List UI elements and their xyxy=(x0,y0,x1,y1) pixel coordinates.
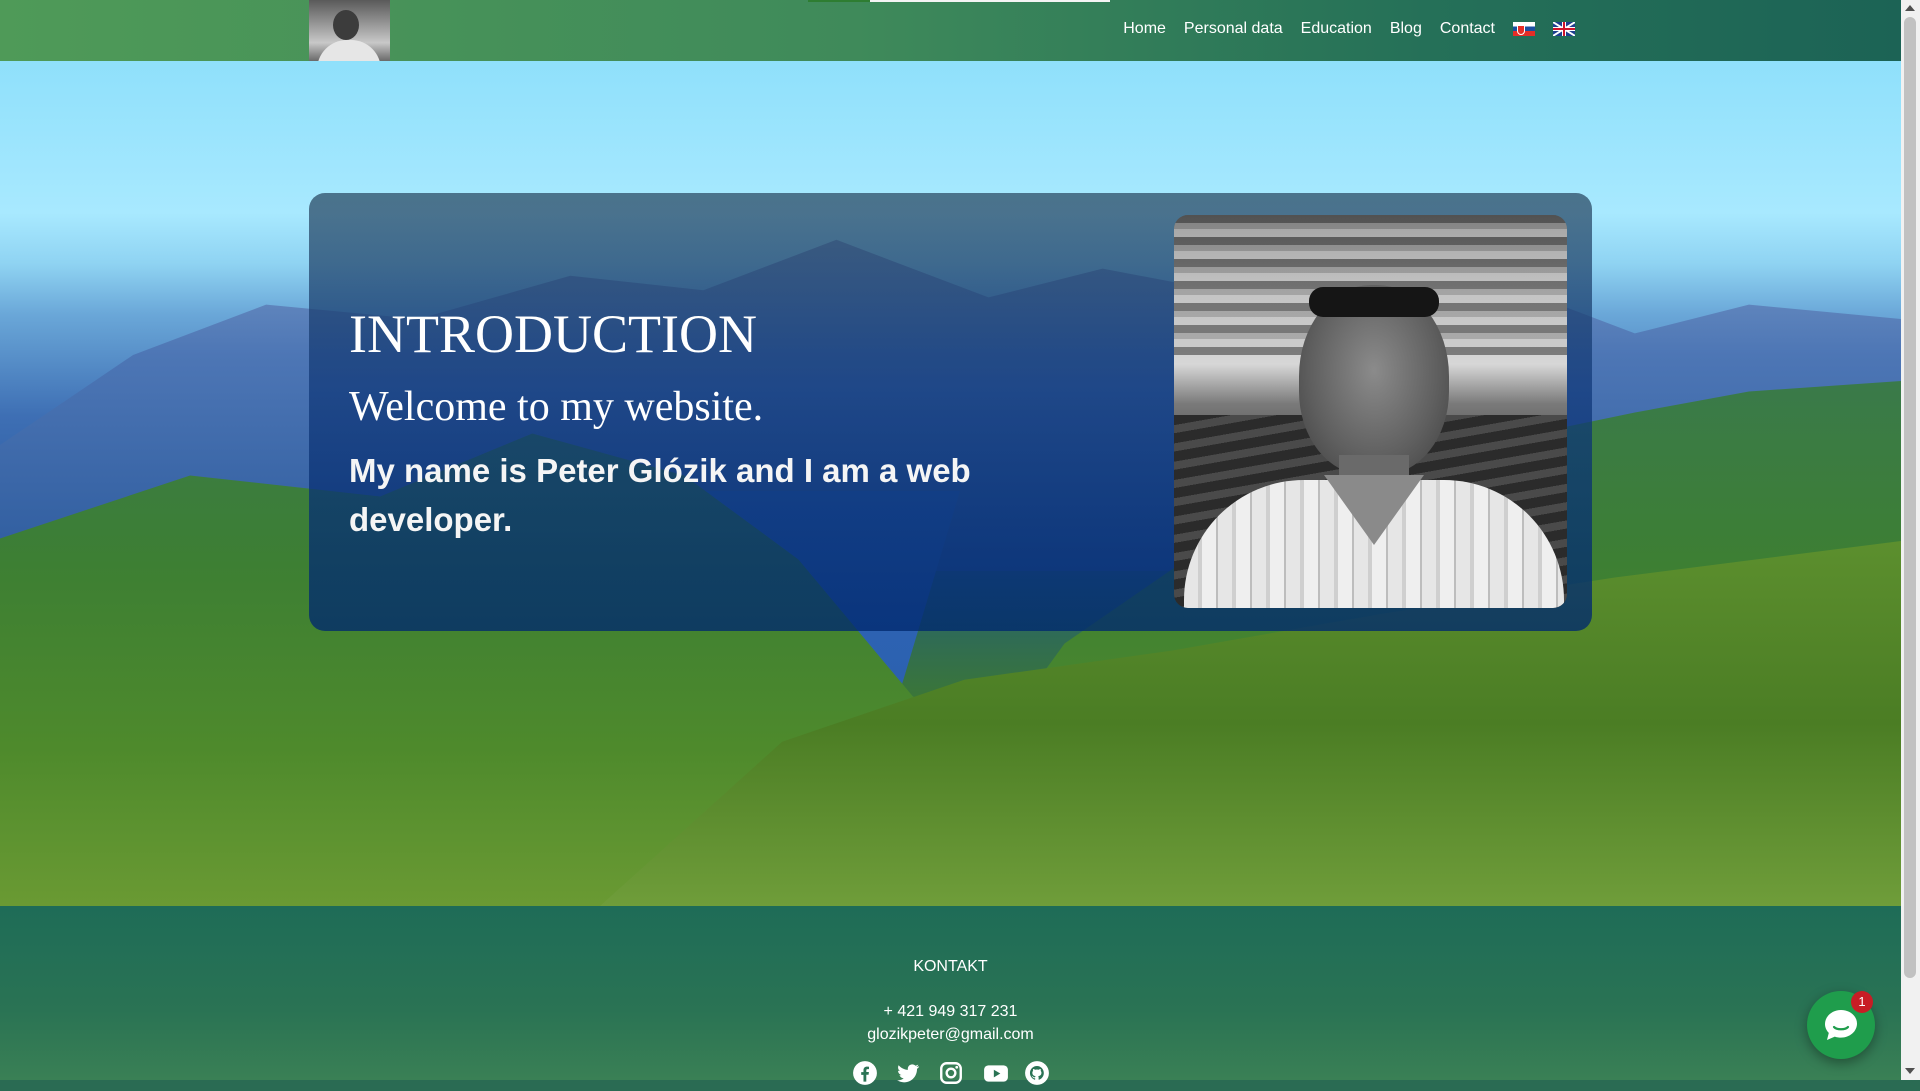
avatar-shoulders xyxy=(317,40,381,61)
chat-bubble-icon xyxy=(1825,1010,1857,1040)
footer-heading: KONTAKT xyxy=(913,958,988,975)
avatar-head xyxy=(333,10,359,40)
nav-link-home[interactable]: Home xyxy=(1123,20,1166,38)
intro-title: INTRODUCTION xyxy=(349,304,757,364)
intro-welcome: Welcome to my website. xyxy=(349,384,764,430)
portrait-photo xyxy=(1174,215,1567,608)
intro-text: My name is Peter Glózik and I am a web d… xyxy=(349,452,971,538)
footer: KONTAKT + 421 949 317 231 glozikpeter@gm… xyxy=(0,906,1901,1085)
nav-accent-bar xyxy=(870,0,1110,2)
chat-notification-badge: 1 xyxy=(1851,991,1873,1013)
slovak-flag-icon[interactable] xyxy=(1513,21,1535,36)
social-links xyxy=(852,1060,1050,1086)
scroll-down-arrow-icon[interactable] xyxy=(1905,1068,1915,1074)
youtube-icon[interactable] xyxy=(981,1060,1008,1086)
logo-avatar[interactable] xyxy=(309,0,390,61)
scrollbar-thumb[interactable] xyxy=(1904,17,1916,978)
instagram-icon[interactable] xyxy=(938,1060,964,1086)
footer-phone[interactable]: + 421 949 317 231 xyxy=(0,1003,1901,1021)
nav-link-education[interactable]: Education xyxy=(1301,20,1372,38)
footer-email[interactable]: glozikpeter@gmail.com xyxy=(0,1026,1901,1044)
github-icon[interactable] xyxy=(1024,1060,1050,1086)
nav-link-blog[interactable]: Blog xyxy=(1390,20,1422,38)
intro-card: INTRODUCTION Welcome to my website. My n… xyxy=(309,193,1592,631)
nav-accent-bar xyxy=(808,0,870,2)
nav-link-personal-data[interactable]: Personal data xyxy=(1184,20,1283,38)
main-nav: Home Personal data Education Blog Contac… xyxy=(1123,0,1575,57)
twitter-icon[interactable] xyxy=(895,1060,921,1086)
facebook-icon[interactable] xyxy=(852,1060,878,1086)
scroll-up-arrow-icon[interactable] xyxy=(1905,5,1915,11)
navbar: Home Personal data Education Blog Contac… xyxy=(0,0,1901,61)
nav-link-contact[interactable]: Contact xyxy=(1440,20,1495,38)
uk-flag-icon[interactable] xyxy=(1553,21,1575,36)
